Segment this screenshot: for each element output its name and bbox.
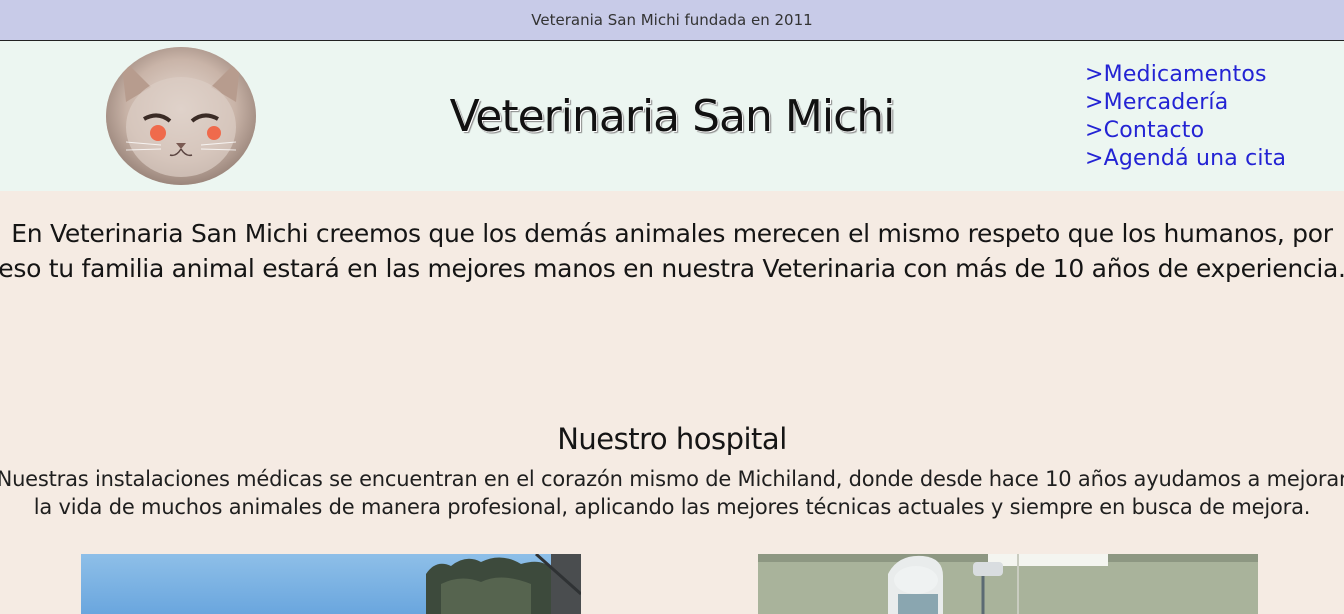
nav-link-contacto[interactable]: >Contacto [1085,117,1286,145]
cat-logo-icon [106,47,256,185]
hospital-description: Nuestras instalaciones médicas se encuen… [0,467,1344,519]
nav-link-agenda-cita[interactable]: >Agendá una cita [1085,145,1286,173]
site-title: Veterinaria San Michi [449,91,896,142]
site-header: Veterinaria San Michi >Medicamentos >Mer… [0,41,1344,191]
nav-link-medicamentos[interactable]: >Medicamentos [1085,61,1286,89]
top-banner: Veterania San Michi fundada en 2011 [0,0,1344,41]
main-nav: >Medicamentos >Mercadería >Contacto >Age… [1085,61,1286,173]
nav-link-mercaderia[interactable]: >Mercadería [1085,89,1286,117]
hospital-surgery-photo [758,554,1258,614]
top-banner-text: Veterania San Michi fundada en 2011 [531,11,813,29]
hospital-building-photo [81,554,581,614]
intro-paragraph: En Veterinaria San Michi creemos que los… [0,219,1344,283]
hospital-title: Nuestro hospital [557,422,787,456]
